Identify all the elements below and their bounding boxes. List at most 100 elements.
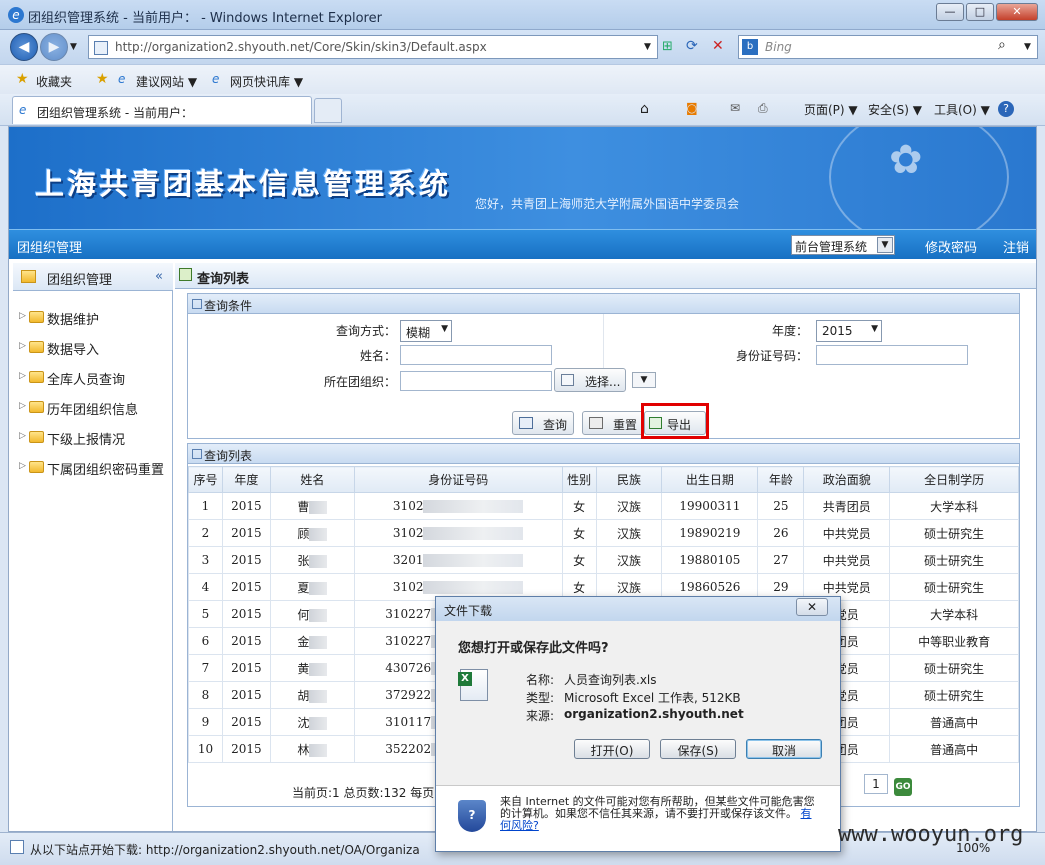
system-title: 上海共青团基本信息管理系统 <box>35 167 452 201</box>
choose-org-button[interactable]: 选择... <box>554 368 626 392</box>
forward-button[interactable]: ▶ <box>40 33 68 61</box>
search-dropdown-icon[interactable]: ▼ <box>1024 42 1031 52</box>
cell-value: 9 <box>201 715 210 729</box>
sidebar-item-subordinate-report[interactable]: ▷ 下级上报情况 <box>19 429 125 453</box>
page-menu[interactable]: 页面(P) ▼ <box>804 101 858 118</box>
dialog-close-button[interactable]: ✕ <box>796 598 828 616</box>
cell-value: 汉族 <box>616 580 641 595</box>
file-name-label: 名称: <box>526 673 555 687</box>
back-button[interactable]: ◀ <box>10 33 38 61</box>
expand-arrow-icon: ▷ <box>19 401 26 411</box>
col-header: 全日制学历 <box>889 466 1019 493</box>
cell-value: 352202 <box>385 742 432 756</box>
cell-value: 汉族 <box>616 499 641 514</box>
cell-value: 310227 <box>385 607 432 621</box>
go-button[interactable]: GO <box>894 778 912 796</box>
search-button[interactable]: 查询 <box>512 411 574 435</box>
url-input[interactable]: http://organization2.shyouth.net/Core/Sk… <box>88 35 658 59</box>
collapse-button[interactable]: « <box>155 269 163 284</box>
minimize-button[interactable]: — <box>936 3 964 21</box>
org-input[interactable] <box>400 371 552 391</box>
mode-select[interactable]: 模糊 ▼ <box>400 320 452 342</box>
chevron-down-icon: ▼ <box>871 324 878 334</box>
table-cell: 大学本科 <box>889 492 1019 520</box>
browser-tab[interactable]: e 团组织管理系统 - 当前用户： <box>12 96 312 124</box>
menu-org-label: 团组织管理 <box>17 241 83 256</box>
cancel-button[interactable]: 取消 <box>746 739 822 759</box>
col-header: 政治面貌 <box>803 466 891 493</box>
system-select[interactable]: 前台管理系统 ▼ <box>791 235 895 255</box>
favorites-button[interactable]: 收藏夹 <box>36 73 72 90</box>
col-header: 年度 <box>221 466 271 493</box>
reset-label: 重置 <box>613 418 638 432</box>
add-favorite-icon[interactable]: ★ <box>96 71 109 87</box>
suggested-sites-link[interactable]: 建议网站 ▼ <box>136 73 197 90</box>
sidebar-item-password-reset[interactable]: ▷ 下属团组织密码重置 <box>19 459 164 483</box>
stop-icon[interactable]: ✕ <box>712 38 724 54</box>
logout-link[interactable]: 注销 <box>1003 237 1029 256</box>
col-header: 序号 <box>188 466 223 493</box>
cell-value: 2015 <box>231 499 262 513</box>
id-input[interactable] <box>816 345 968 365</box>
table-row[interactable]: 3 2015 张 3201 女 汉族 19880105 27 中共党员 硕士研究生 <box>188 546 1019 574</box>
mail-icon[interactable]: ✉ <box>730 101 740 115</box>
sidebar-item-all-people-query[interactable]: ▷ 全库人员查询 <box>19 369 125 393</box>
cell-value: 金 <box>297 634 310 649</box>
folder-icon <box>29 341 44 353</box>
save-button[interactable]: 保存(S) <box>660 739 736 759</box>
table-cell: 2015 <box>221 600 271 628</box>
table-cell: 汉族 <box>595 519 663 547</box>
sidebar-item-data-maintenance[interactable]: ▷ 数据维护 <box>19 309 99 333</box>
table-cell: 中共党员 <box>803 519 891 547</box>
table-cell: 何 <box>269 600 355 628</box>
url-dropdown-icon[interactable]: ▼ <box>644 42 651 52</box>
cell-value: 汉族 <box>616 526 641 541</box>
cell-value: 2015 <box>231 634 262 648</box>
help-icon[interactable]: ? <box>998 101 1014 117</box>
table-cell: 2015 <box>221 735 271 763</box>
tools-menu[interactable]: 工具(O) ▼ <box>934 101 990 118</box>
id-label: 身份证号码： <box>735 349 808 363</box>
search-input[interactable]: Bing <box>738 35 1038 59</box>
search-icon[interactable]: ⌕ <box>998 37 1006 53</box>
org-label: 所在团组织： <box>323 375 396 389</box>
new-tab-button[interactable] <box>314 98 342 123</box>
refresh-icon[interactable]: ⟳ <box>686 38 698 54</box>
close-window-button[interactable]: ✕ <box>996 3 1038 21</box>
open-button[interactable]: 打开(O) <box>574 739 650 759</box>
sidebar-item-history-org[interactable]: ▷ 历年团组织信息 <box>19 399 138 423</box>
cell-value: 19860526 <box>679 580 741 594</box>
dialog-warning-text: 来自 Internet 的文件可能对您有所帮助，但某些文件可能危害您的计算机。如… <box>500 796 818 832</box>
dialog-title: 文件下载 <box>444 604 493 618</box>
cell-value: 2015 <box>231 607 262 621</box>
maximize-button[interactable]: □ <box>966 3 994 21</box>
sidebar-item-data-import[interactable]: ▷ 数据导入 <box>19 339 99 363</box>
feeds-icon[interactable]: ◙ <box>686 101 698 115</box>
page-number-input[interactable]: 1 <box>864 774 888 794</box>
org-dropdown-button[interactable]: ▼ <box>632 372 656 388</box>
change-password-link[interactable]: 修改密码 <box>925 237 977 256</box>
reset-button[interactable]: 重置 <box>582 411 644 435</box>
year-select[interactable]: 2015 ▼ <box>816 320 882 342</box>
sidebar-title: 团组织管理 <box>47 273 113 288</box>
compat-view-icon[interactable]: ⊞ <box>662 39 673 54</box>
history-dropdown-icon[interactable]: ▼ <box>70 42 77 52</box>
folder-icon <box>29 461 44 473</box>
web-slice-link[interactable]: 网页快讯库 ▼ <box>230 73 303 90</box>
window-title: 团组织管理系统 - 当前用户： - Windows Internet Explo… <box>28 11 382 26</box>
table-row[interactable]: 2 2015 顾 3102 女 汉族 19890219 26 中共党员 硕士研究生 <box>188 519 1019 547</box>
main-header: 查询列表 <box>175 263 1036 289</box>
print-icon[interactable]: ⎙ <box>758 101 768 116</box>
expand-arrow-icon: ▷ <box>19 371 26 381</box>
reset-icon <box>589 417 603 429</box>
redacted-value <box>423 581 524 594</box>
home-icon[interactable]: ⌂ <box>640 101 649 117</box>
name-input[interactable] <box>400 345 552 365</box>
year-value: 2015 <box>822 324 853 338</box>
table-row[interactable]: 1 2015 曹 3102 女 汉族 19900311 25 共青团员 大学本科 <box>188 492 1019 520</box>
status-page-icon <box>10 840 24 854</box>
expand-arrow-icon: ▷ <box>19 431 26 441</box>
file-name-value: 人员查询列表.xls <box>564 673 657 687</box>
safety-menu[interactable]: 安全(S) ▼ <box>868 101 922 118</box>
table-cell: 顾 <box>269 519 355 547</box>
